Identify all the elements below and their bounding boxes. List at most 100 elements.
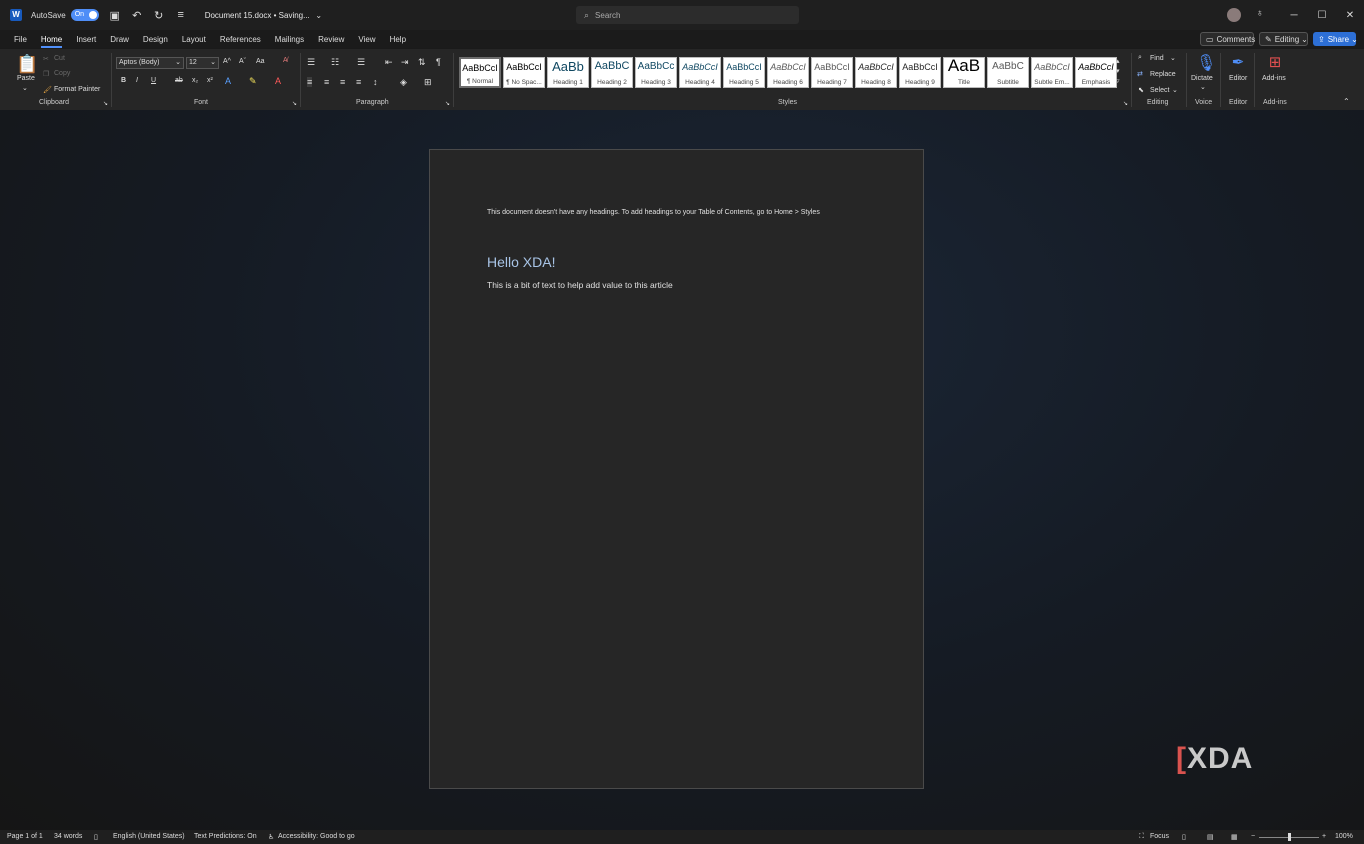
close-icon[interactable]: ✕ [1336, 10, 1364, 21]
style-heading-8[interactable]: AaBbCcI Heading 8 [855, 57, 897, 88]
microphone-icon[interactable]: 🎙 [1196, 53, 1216, 73]
zoom-level[interactable]: 100% [1335, 833, 1353, 840]
maximize-icon[interactable]: ☐ [1308, 10, 1336, 21]
print-layout-icon[interactable]: ▤ [1207, 833, 1214, 841]
font-size-box[interactable]: 12 ⌄ [186, 57, 219, 69]
customize-toolbar-icon[interactable]: ≡ [175, 9, 187, 21]
align-center-icon[interactable]: ≡ [324, 77, 329, 87]
chevron-down-icon[interactable]: ⌄ [313, 11, 325, 20]
undo-icon[interactable]: ↶ [131, 9, 143, 22]
style-heading-9[interactable]: AaBbCcI Heading 9 [899, 57, 941, 88]
tab-insert[interactable]: Insert [76, 35, 96, 44]
dialog-launcher-icon[interactable]: ↘ [445, 100, 450, 107]
line-spacing-icon[interactable]: ↕ [373, 77, 378, 87]
subscript-button[interactable]: x₂ [192, 77, 198, 84]
web-layout-icon[interactable]: ▦ [1231, 833, 1238, 841]
editor-pen-icon[interactable]: ✒ [1229, 53, 1247, 71]
style-heading-7[interactable]: AaBbCcI Heading 7 [811, 57, 853, 88]
style-heading-6[interactable]: AaBbCcI Heading 6 [767, 57, 809, 88]
font-color-icon[interactable]: A [275, 76, 281, 86]
borders-icon[interactable]: ⊞ [424, 77, 432, 88]
dialog-launcher-icon[interactable]: ↘ [103, 100, 108, 107]
select-button[interactable]: Select [1150, 87, 1169, 94]
style-title[interactable]: AaB Title [943, 56, 985, 88]
document-body-text[interactable]: This is a bit of text to help add value … [487, 280, 673, 290]
document-heading[interactable]: Hello XDA! [487, 254, 555, 270]
tab-review[interactable]: Review [318, 35, 344, 44]
tab-help[interactable]: Help [390, 35, 406, 44]
more-styles-icon[interactable]: ▿ [1116, 77, 1120, 85]
editor-button[interactable]: Editor [1229, 75, 1247, 82]
lightbulb-icon[interactable]: ♁ [1256, 8, 1264, 19]
multilevel-list-icon[interactable]: ☰ [357, 57, 365, 68]
proofing-icon[interactable]: ▯ [94, 833, 98, 841]
style-heading-3[interactable]: AaBbCc Heading 3 [635, 57, 677, 88]
dialog-launcher-icon[interactable]: ↘ [292, 100, 297, 107]
language-status[interactable]: English (United States) [113, 833, 185, 840]
style-emphasis[interactable]: AaBbCcI Emphasis [1075, 57, 1117, 88]
save-icon[interactable]: ▣ [109, 9, 121, 22]
editing-mode-button[interactable]: ✎ Editing ⌄ [1259, 32, 1308, 46]
chevron-down-icon[interactable]: ⌄ [1200, 83, 1206, 91]
sort-icon[interactable]: ⇅ [418, 57, 426, 68]
format-painter-button[interactable]: Format Painter [54, 86, 100, 93]
accessibility-status[interactable]: Accessibility: Good to go [278, 833, 355, 840]
italic-button[interactable]: I [136, 77, 138, 84]
minimize-icon[interactable]: ─ [1280, 10, 1308, 21]
tab-view[interactable]: View [358, 35, 375, 44]
style-subtle-emphasis[interactable]: AaBbCcI Subtle Em... [1031, 57, 1073, 88]
share-button[interactable]: ⇪ Share ⌄ [1313, 32, 1358, 46]
zoom-out-button[interactable]: − [1251, 833, 1255, 840]
text-effects-icon[interactable]: A [225, 76, 231, 86]
grow-font-button[interactable]: A^ [223, 58, 231, 65]
style-subtitle[interactable]: AaBbC Subtitle [987, 57, 1029, 88]
document-title[interactable]: Document 15.docx • Saving... [205, 11, 310, 20]
underline-button[interactable]: U [151, 77, 156, 84]
text-predictions-status[interactable]: Text Predictions: On [194, 833, 257, 840]
decrease-indent-icon[interactable]: ⇤ [385, 57, 393, 68]
tab-layout[interactable]: Layout [182, 35, 206, 44]
collapse-ribbon-icon[interactable]: ⌃ [1343, 97, 1350, 106]
style-no-spacing[interactable]: AaBbCcI ¶ No Spac... [503, 57, 545, 88]
change-case-button[interactable]: Aa [256, 58, 265, 65]
chevron-down-icon[interactable]: ⌄ [1170, 54, 1176, 62]
dictate-button[interactable]: Dictate [1191, 75, 1213, 82]
search-input[interactable]: ⌕ Search [576, 6, 799, 24]
style-heading-2[interactable]: AaBbC Heading 2 [591, 57, 633, 88]
align-right-icon[interactable]: ≡ [340, 77, 345, 87]
paste-button[interactable]: Paste [17, 75, 35, 82]
justify-icon[interactable]: ≡ [356, 77, 361, 87]
addins-grid-icon[interactable]: ⊞ [1266, 53, 1284, 71]
copy-button[interactable]: Copy [54, 70, 70, 77]
replace-button[interactable]: Replace [1150, 71, 1176, 78]
superscript-button[interactable]: x² [207, 77, 213, 84]
bullets-icon[interactable]: ☰ [307, 57, 315, 68]
focus-button[interactable]: Focus [1150, 833, 1169, 840]
redo-icon[interactable]: ↻ [153, 9, 165, 22]
word-count[interactable]: 34 words [54, 833, 82, 840]
page-count[interactable]: Page 1 of 1 [7, 833, 43, 840]
shrink-font-button[interactable]: Aˇ [239, 58, 246, 65]
align-left-icon[interactable]: ≡ [307, 77, 313, 87]
avatar[interactable] [1227, 8, 1241, 22]
tab-draw[interactable]: Draw [110, 35, 129, 44]
clear-formatting-icon[interactable]: A̸ [283, 57, 288, 64]
cut-button[interactable]: Cut [54, 55, 65, 62]
document-page[interactable]: This document doesn't have any headings.… [429, 149, 924, 789]
chevron-down-icon[interactable]: ⌄ [22, 84, 28, 92]
highlight-icon[interactable]: ✎ [249, 76, 257, 87]
dialog-launcher-icon[interactable]: ↘ [1123, 100, 1128, 107]
read-mode-icon[interactable]: ▯ [1182, 833, 1186, 841]
numbering-icon[interactable]: ☷ [331, 57, 339, 68]
style-normal[interactable]: AaBbCcI ¶ Normal [459, 57, 501, 88]
shading-icon[interactable]: ◈ [400, 77, 407, 88]
font-name-box[interactable]: Aptos (Body) ⌄ [116, 57, 184, 69]
paste-icon[interactable]: 📋 [16, 54, 38, 75]
show-formatting-button[interactable]: ¶ [436, 57, 441, 67]
bold-button[interactable]: B [121, 77, 126, 84]
scroll-up-icon[interactable]: ▴ [1116, 57, 1120, 65]
addins-button[interactable]: Add-ins [1262, 75, 1286, 82]
style-heading-1[interactable]: AaBb Heading 1 [547, 57, 589, 88]
increase-indent-icon[interactable]: ⇥ [401, 57, 409, 68]
strikethrough-button[interactable]: ab [175, 77, 183, 84]
